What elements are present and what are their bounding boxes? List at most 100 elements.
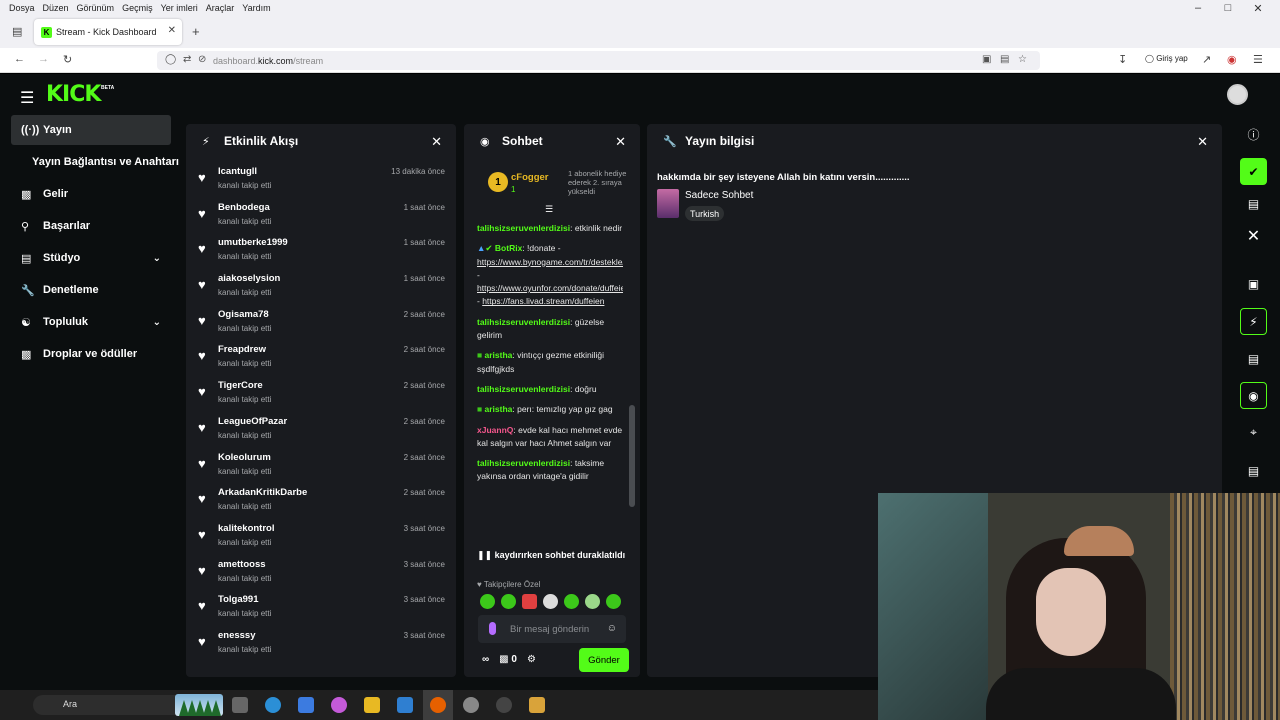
emote-button[interactable]: [564, 594, 579, 609]
infinity-icon[interactable]: ∞: [482, 654, 489, 665]
chat-link[interactable]: https://www.oyunfor.com/donate/duffeien: [477, 283, 623, 293]
list-item[interactable]: ♥ Tolga991 kanalı takip etti 3 saat önce: [186, 592, 456, 628]
menu-edit[interactable]: Düzen: [43, 0, 69, 16]
list-item[interactable]: ♥ Benbodega kanalı takip etti 1 saat önce: [186, 200, 456, 236]
list-item[interactable]: ♥ LeagueOfPazar kanalı takip etti 2 saat ön…: [186, 414, 456, 450]
list-item[interactable]: ♥ Koleolurum kanalı takip etti 2 saat önce: [186, 450, 456, 486]
picture-icon[interactable]: ▣: [982, 54, 991, 65]
menu-history[interactable]: Geçmiş: [122, 0, 153, 16]
queue-icon[interactable]: ▤: [1240, 457, 1267, 484]
profile-avatar[interactable]: [1227, 84, 1248, 105]
back-icon[interactable]: ←: [14, 53, 25, 65]
sidebar-item-denetleme[interactable]: 🔧 Denetleme: [11, 275, 171, 305]
search-highlight-image[interactable]: [175, 694, 223, 716]
checkmark-icon[interactable]: ✔: [1240, 158, 1267, 185]
sidebar-subitem-stream-key[interactable]: Yayın Bağlantısı ve Anahtarı: [32, 156, 179, 168]
edge-icon[interactable]: [265, 697, 281, 713]
sidebar-item-droplar[interactable]: ▩ Droplar ve ödüller: [11, 339, 171, 369]
chat-username[interactable]: talihsizseruvenlerdizisi: [477, 384, 570, 394]
share-icon[interactable]: ↗: [1202, 53, 1211, 66]
store-icon[interactable]: [298, 697, 314, 713]
extension-icon[interactable]: ◉: [1227, 53, 1237, 66]
list-item[interactable]: ♥ ArkadanKritikDarbe kanalı takip etti 2 sa…: [186, 485, 456, 521]
notes-icon[interactable]: ▤: [1240, 345, 1267, 372]
gift-icon[interactable]: ▩ 0: [499, 654, 517, 665]
chat-paused-notice[interactable]: ❚❚ kaydırırken sohbet duraklatıldı: [477, 550, 637, 570]
browser-tab[interactable]: K Stream - Kick Dashboard ✕: [34, 19, 182, 45]
chat-username[interactable]: aristha: [485, 350, 513, 360]
sidebar-item-studyo[interactable]: ▤ Stüdyo ⌄: [11, 243, 171, 273]
sidebar-item-yayin[interactable]: ((·)) Yayın: [11, 115, 171, 145]
list-item[interactable]: ♥ enesssy kanalı takip etti 3 saat önce: [186, 628, 456, 664]
sidebar-item-gelir[interactable]: ▩ Gelir: [11, 179, 171, 209]
close-icon[interactable]: ✕: [1240, 222, 1267, 249]
gear-icon[interactable]: ⚙: [527, 654, 536, 665]
emote-button[interactable]: [501, 594, 516, 609]
emoji-icon[interactable]: ☺: [607, 623, 617, 634]
focus-icon[interactable]: ▣: [1240, 270, 1267, 297]
broadcast-icon[interactable]: ⌖: [1240, 419, 1267, 446]
chat-filter-icon[interactable]: ☰: [545, 204, 553, 215]
address-bar[interactable]: ◯ ⇄ ⊘ dashboard. kick.com/stream ▣ ▤ ☆: [157, 51, 1040, 70]
file-explorer-icon[interactable]: [364, 697, 380, 713]
emote-button[interactable]: [606, 594, 621, 609]
chat-scrollbar[interactable]: [629, 405, 635, 507]
chat-link[interactable]: https://fans.livad.stream/duffeien: [482, 296, 604, 306]
menu-view[interactable]: Görünüm: [77, 0, 115, 16]
download-icon[interactable]: ↧: [1118, 53, 1127, 66]
info-icon[interactable]: ⓘ: [1240, 121, 1267, 148]
tab-list-icon[interactable]: ▤: [12, 25, 22, 38]
chat-username[interactable]: xJuannQ: [477, 425, 513, 435]
close-tab-icon[interactable]: ✕: [168, 25, 176, 36]
copilot-icon[interactable]: [331, 697, 347, 713]
chat-link[interactable]: https://www.bynogame.com/tr/destekle/duf…: [477, 257, 623, 267]
chat-username[interactable]: talihsizseruvenlerdizisi: [477, 223, 570, 233]
close-icon[interactable]: ✕: [431, 134, 442, 150]
lock-icon[interactable]: ⊘: [198, 54, 206, 65]
sidebar-item-basarilar[interactable]: ⚲ Başarılar: [11, 211, 171, 241]
obs-icon[interactable]: [496, 697, 512, 713]
shield-icon[interactable]: ◯: [165, 54, 176, 65]
chat-username[interactable]: talihsizseruvenlerdizisi: [477, 458, 570, 468]
forward-icon[interactable]: →: [38, 53, 49, 65]
emote-button[interactable]: [522, 594, 537, 609]
emote-button[interactable]: [480, 594, 495, 609]
layout-icon[interactable]: ▤: [1240, 190, 1267, 217]
window-close-button[interactable]: ✕: [1243, 0, 1273, 16]
list-item[interactable]: ♥ umutberke1999 kanalı takip etti 1 saat ön…: [186, 235, 456, 271]
stream-category[interactable]: Sadece Sohbet: [685, 190, 753, 201]
list-item[interactable]: ♥ Ogisama78 kanalı takip etti 2 saat önce: [186, 307, 456, 343]
chat-username[interactable]: aristha: [485, 404, 513, 414]
menu-tools[interactable]: Araçlar: [206, 0, 235, 16]
close-icon[interactable]: ✕: [1197, 134, 1208, 150]
chevron-down-icon[interactable]: ⌄: [153, 253, 161, 264]
sidebar-item-topluluk[interactable]: ☯ Topluluk ⌄: [11, 307, 171, 337]
chevron-down-icon[interactable]: ⌄: [153, 317, 161, 328]
bookmark-star-icon[interactable]: ☆: [1018, 54, 1027, 65]
minimize-button[interactable]: –: [1183, 0, 1213, 16]
permissions-icon[interactable]: ⇄: [183, 54, 191, 65]
mail-icon[interactable]: [397, 697, 413, 713]
new-tab-icon[interactable]: +: [192, 24, 200, 39]
hamburger-menu-icon[interactable]: ☰: [20, 88, 34, 108]
menu-file[interactable]: Dosya: [9, 0, 35, 16]
settings-icon[interactable]: [463, 697, 479, 713]
menu-bookmarks[interactable]: Yer imleri: [161, 0, 198, 16]
chat-username[interactable]: BotRix: [495, 243, 522, 253]
emote-button[interactable]: [543, 594, 558, 609]
list-item[interactable]: ♥ aiakoselysion kanalı takip etti 1 saat ön…: [186, 271, 456, 307]
chat-input[interactable]: Bir mesaj gönderin ☺: [478, 615, 626, 643]
menu-help[interactable]: Yardım: [242, 0, 270, 16]
list-item[interactable]: ♥ Icantugll kanalı takip etti 13 dakika önc…: [186, 164, 456, 200]
app-icon[interactable]: [529, 697, 545, 713]
kick-logo[interactable]: KICK: [46, 82, 101, 107]
emote-button[interactable]: [585, 594, 600, 609]
maximize-button[interactable]: □: [1213, 0, 1243, 16]
chat-bubble-icon[interactable]: ◉: [1240, 382, 1267, 409]
list-item[interactable]: ♥ amettooss kanalı takip etti 3 saat önce: [186, 557, 456, 593]
chat-username[interactable]: talihsizseruvenlerdizisi: [477, 317, 570, 327]
task-view-icon[interactable]: [232, 697, 248, 713]
list-item[interactable]: ♥ TigerCore kanalı takip etti 2 saat önce: [186, 378, 456, 414]
lightning-icon[interactable]: ⚡: [1240, 308, 1267, 335]
send-button[interactable]: Gönder: [579, 648, 629, 672]
